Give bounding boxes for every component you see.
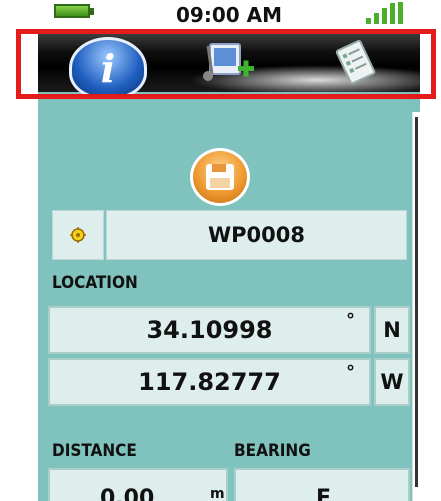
bearing-field[interactable]: E [234,468,410,501]
latitude-value: 34.10998 [146,316,273,344]
latitude-row: 34.10998 ° N [48,306,410,354]
scrollbar[interactable] [412,112,420,501]
scroll-thumb[interactable] [415,117,418,487]
save-button[interactable] [190,148,250,206]
distance-unit: m [210,486,225,501]
waypoint-name-row: WP0008 [52,210,407,260]
waypoint-symbol-button[interactable] [52,210,104,260]
signal-icon [366,2,406,24]
latitude-field[interactable]: 34.10998 ° [48,306,371,354]
save-icon [206,164,234,190]
longitude-degree-symbol: ° [346,362,355,383]
distance-value: 0.00 [100,486,155,501]
distance-label: DISTANCE [52,441,137,461]
latitude-direction[interactable]: N [374,306,410,354]
location-label: LOCATION [52,273,138,293]
longitude-field[interactable]: 117.82777 ° [48,358,371,406]
distance-field[interactable]: 0.00 m [48,468,228,501]
clock: 09:00 AM [175,3,282,27]
status-bar: 09:00 AM [38,0,420,29]
longitude-value: 117.82777 [138,368,281,396]
waypoint-name: WP0008 [207,223,305,247]
waypoint-name-field[interactable]: WP0008 [106,210,407,260]
longitude-direction[interactable]: W [374,358,410,406]
longitude-row: 117.82777 ° W [48,358,410,406]
bearing-value: E [316,486,332,501]
bearing-label: BEARING [234,441,311,461]
latitude-degree-symbol: ° [346,310,355,331]
waypoint-symbol-icon [70,227,86,243]
highlight-box [16,29,436,99]
